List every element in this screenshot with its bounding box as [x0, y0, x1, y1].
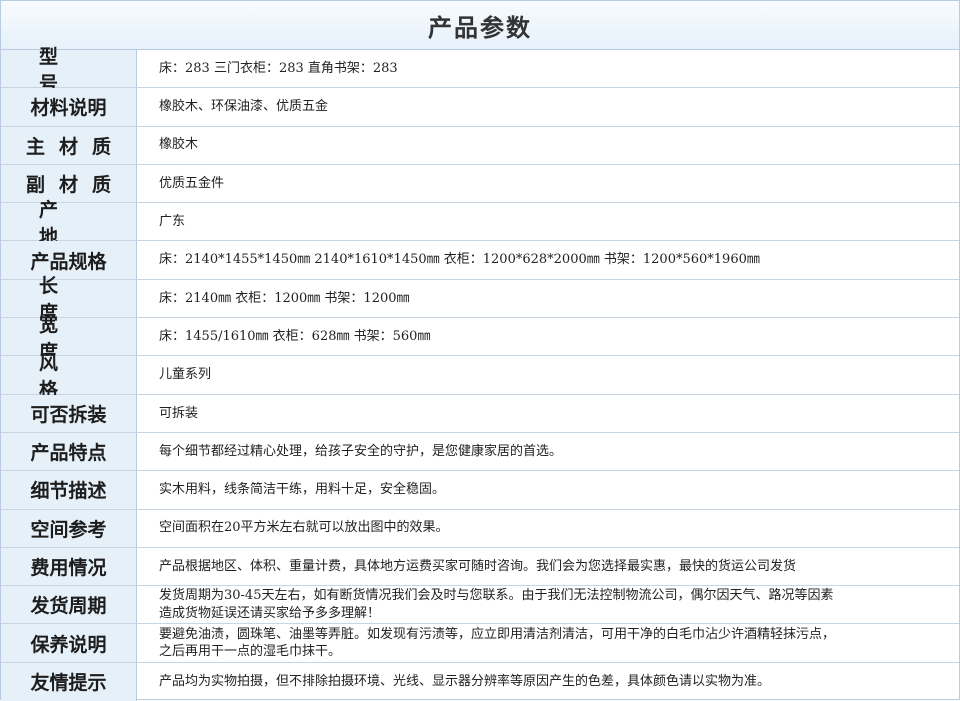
param-value: 广东: [159, 214, 186, 230]
param-value: 每个细节都经过精心处理，给孩子安全的守护，是您健康家居的首选。: [159, 443, 563, 459]
param-row-space: 空间参考 空间面积在20平方米左右就可以放出图中的效果。: [1, 509, 959, 548]
param-value: 橡胶木、环保油漆、优质五金: [159, 99, 329, 115]
param-value: 空间面积在20平方米左右就可以放出图中的效果。: [159, 520, 449, 536]
param-label: 产地: [1, 199, 137, 248]
param-label: 保养说明: [1, 624, 137, 662]
param-row-style: 风格 儿童系列: [1, 352, 959, 401]
param-value: 橡胶木: [159, 137, 199, 153]
param-label: 空间参考: [1, 509, 137, 547]
param-row-sub-material: 副材质 优质五金件: [1, 164, 959, 204]
param-value: 床：283 三门衣柜：283 直角书架：283: [159, 60, 398, 76]
param-value: 产品根据地区、体积、重量计费，具体地方运费买家可随时咨询。我们会为您选择最实惠，…: [159, 558, 797, 574]
param-row-details: 细节描述 实木用料，线条简洁干练，用料十足，安全稳固。: [1, 471, 959, 510]
param-row-cost: 费用情况 产品根据地区、体积、重量计费，具体地方运费买家可随时咨询。我们会为您选择…: [1, 547, 959, 587]
param-value: 床：1455/1610㎜ 衣柜：628㎜ 书架：560㎜: [159, 328, 431, 344]
param-row-features: 产品特点 每个细节都经过精心处理，给孩子安全的守护，是您健康家居的首选。: [1, 432, 959, 472]
param-value: 儿童系列: [159, 367, 212, 383]
param-value: 床：2140㎜ 衣柜：1200㎜ 书架：1200㎜: [159, 290, 410, 306]
param-label: 风格: [1, 352, 137, 401]
param-value: 床：2140*1455*1450㎜ 2140*1610*1450㎜ 衣柜：120…: [159, 252, 760, 268]
param-label: 型号: [1, 46, 137, 95]
param-row-origin: 产地 广东: [1, 199, 959, 248]
param-label: 主材质: [1, 126, 137, 164]
param-row-shipping: 发货周期 发货周期为30-45天左右，如有断货情况我们会及时与您联系。由于我们无法…: [1, 586, 959, 625]
param-label: 发货周期: [1, 586, 137, 624]
param-value: 产品均为实物拍摄，但不排除拍摄环境、光线、显示器分辨率等原因产生的色差，具体颜色…: [159, 674, 771, 690]
param-label: 友情提示: [1, 662, 137, 701]
param-row-width: 宽度 床：1455/1610㎜ 衣柜：628㎜ 书架：560㎜: [1, 314, 959, 363]
table-title: 产品参数: [1, 1, 959, 50]
product-params-table: 产品参数 型号 床：283 三门衣柜：283 直角书架：283 材料说明 橡胶木、环保…: [0, 0, 960, 701]
param-label: 费用情况: [1, 547, 137, 586]
param-row-detachable: 可否拆装 可拆装: [1, 394, 959, 433]
param-row-material-desc: 材料说明 橡胶木、环保油漆、优质五金: [1, 88, 959, 127]
param-label: 产品特点: [1, 432, 137, 471]
param-label: 细节描述: [1, 471, 137, 509]
param-rows: 型号 床：283 三门衣柜：283 直角书架：283 材料说明 橡胶木、环保油漆、优质…: [1, 46, 959, 701]
param-label: 可否拆装: [1, 394, 137, 432]
param-value: 发货周期为30-45天左右，如有断货情况我们会及时与您联系。由于我们无法控制物流…: [159, 588, 834, 621]
param-value: 可拆装: [159, 405, 199, 421]
param-label: 材料说明: [1, 88, 137, 126]
param-row-notice: 友情提示 产品均为实物拍摄，但不排除拍摄环境、光线、显示器分辨率等原因产生的色差，…: [1, 662, 959, 701]
param-row-model: 型号 床：283 三门衣柜：283 直角书架：283: [1, 46, 959, 95]
param-row-length: 长度 床：2140㎜ 衣柜：1200㎜ 书架：1200㎜: [1, 275, 959, 324]
param-row-spec: 产品规格 床：2140*1455*1450㎜ 2140*1610*1450㎜ 衣柜…: [1, 241, 959, 280]
param-value: 要避免油渍，圆珠笔、油墨等弄脏。如发现有污渍等，应立即用清洁剂清洁，可用干净的白…: [159, 626, 836, 660]
param-row-maintenance: 保养说明 要避免油渍，圆珠笔、油墨等弄脏。如发现有污渍等，应立即用清洁剂清洁，可用…: [1, 624, 959, 663]
param-value: 优质五金件: [159, 175, 225, 191]
param-value: 实木用料，线条简洁干练，用料十足，安全稳固。: [159, 482, 446, 498]
param-row-main-material: 主材质 橡胶木: [1, 126, 959, 165]
